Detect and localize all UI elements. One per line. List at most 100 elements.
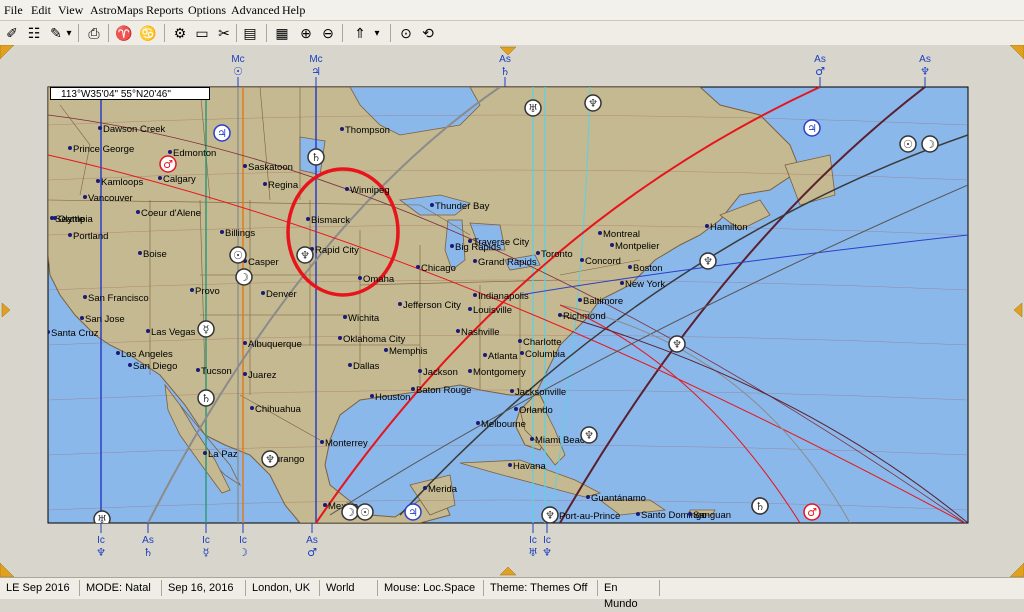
scroll-down-arrow[interactable] bbox=[499, 566, 517, 576]
planet-glyph: ♃ bbox=[217, 127, 227, 140]
pencil-icon[interactable]: ✐ bbox=[2, 23, 22, 43]
bottom-line-glyph: ♆ bbox=[96, 546, 106, 559]
scroll-right-arrow[interactable] bbox=[1013, 302, 1023, 318]
corner-bottom-right-arrow[interactable] bbox=[1009, 562, 1024, 577]
city-label: Oklahoma City bbox=[343, 334, 406, 345]
top-line-label: As bbox=[919, 54, 931, 65]
city-label: Houston bbox=[375, 392, 410, 403]
map-icon[interactable]: ▦ bbox=[272, 23, 292, 43]
city-label: Vancouver bbox=[88, 193, 133, 204]
city-dot bbox=[68, 233, 72, 237]
map-workspace[interactable]: Dawson Creek Prince George Edmonton Calgary… bbox=[0, 45, 1024, 577]
target-icon[interactable]: ⊙ bbox=[396, 23, 416, 43]
corner-bottom-left-arrow[interactable] bbox=[0, 562, 15, 577]
city-label: Jefferson City bbox=[403, 300, 461, 311]
planet-glyph: ♆ bbox=[300, 249, 310, 262]
city-label: Denver bbox=[266, 289, 297, 300]
monitor-icon[interactable]: ▤ bbox=[240, 23, 260, 43]
print-icon[interactable]: ⎙ bbox=[84, 23, 104, 43]
city-dot bbox=[243, 164, 247, 168]
city-label: Nashville bbox=[461, 327, 500, 338]
city-label: Monterrey bbox=[325, 438, 368, 449]
city-label: Columbia bbox=[525, 349, 566, 360]
top-line-label: Mc bbox=[309, 54, 322, 65]
ls-icon[interactable]: ⇑ bbox=[350, 23, 370, 43]
top-line-label: As bbox=[499, 54, 511, 65]
gear-icon[interactable]: ⚙ bbox=[170, 23, 190, 43]
dropdown-icon[interactable]: ▾ bbox=[64, 23, 74, 43]
toolbar-separator bbox=[108, 24, 109, 42]
top-line-glyph: ♄ bbox=[500, 65, 510, 78]
menu-file[interactable]: File bbox=[4, 3, 23, 18]
city-label: Guantánamo bbox=[591, 493, 646, 504]
menu-help[interactable]: Help bbox=[282, 3, 305, 18]
bottom-line-label: Ic bbox=[97, 535, 105, 546]
planet-glyph: ♂ bbox=[807, 506, 817, 519]
corner-top-right-arrow[interactable] bbox=[1009, 45, 1024, 60]
menu-reports[interactable]: Reports bbox=[146, 3, 183, 18]
city-label: Wichita bbox=[348, 313, 380, 324]
city-dot bbox=[384, 348, 388, 352]
window-icon[interactable]: ▭ bbox=[192, 23, 212, 43]
aspects-icon[interactable]: ♋ bbox=[138, 23, 158, 43]
city-dot bbox=[418, 369, 422, 373]
city-dot bbox=[343, 315, 347, 319]
city-dot bbox=[456, 329, 460, 333]
city-dot bbox=[83, 295, 87, 299]
menu-view[interactable]: View bbox=[58, 3, 83, 18]
city-dot bbox=[348, 363, 352, 367]
city-dot bbox=[468, 307, 472, 311]
city-dot bbox=[530, 437, 534, 441]
city-dot bbox=[68, 146, 72, 150]
city-dot bbox=[536, 251, 540, 255]
city-label: Orlando bbox=[519, 405, 553, 416]
bottom-line-glyph: ♅ bbox=[528, 546, 538, 559]
edit-chart-icon[interactable]: ☷ bbox=[24, 23, 44, 43]
menu-advanced[interactable]: Advanced bbox=[231, 3, 280, 18]
top-line-label: As bbox=[814, 54, 826, 65]
city-dot bbox=[473, 293, 477, 297]
zoom-out-icon[interactable]: ⊖ bbox=[318, 23, 338, 43]
planet-glyph: ♆ bbox=[545, 509, 555, 522]
toolbar: ✐ ☷ ✎ ▾ ⎙ ♈ ♋ ⚙ ▭ ✂ ▤ ▦ ⊕ ⊖ ⇑ ▾ ⊙ ⟲ bbox=[0, 21, 1024, 46]
planet-glyph: ♂ bbox=[163, 158, 173, 171]
menu-options[interactable]: Options bbox=[188, 3, 226, 18]
city-dot bbox=[411, 387, 415, 391]
coordinate-readout: 113°W35'04" 55°N20'46" bbox=[50, 87, 210, 100]
menu-astromaps[interactable]: AstroMaps bbox=[90, 3, 143, 18]
refresh-icon[interactable]: ⟲ bbox=[418, 23, 438, 43]
astro-map[interactable]: Dawson Creek Prince George Edmonton Calgary… bbox=[0, 45, 1024, 577]
city-label: Chihuahua bbox=[255, 404, 302, 415]
scroll-left-arrow[interactable] bbox=[1, 302, 11, 318]
city-label: Edmonton bbox=[173, 148, 216, 159]
zodiac-icon[interactable]: ♈ bbox=[114, 23, 134, 43]
city-label: Thompson bbox=[345, 125, 390, 136]
city-dot bbox=[598, 231, 602, 235]
city-label: Saskatoon bbox=[248, 162, 293, 173]
city-dot bbox=[578, 298, 582, 302]
city-label: Coeur d'Alene bbox=[141, 208, 201, 219]
city-dot bbox=[610, 243, 614, 247]
city-label: La Paz bbox=[208, 449, 238, 460]
status-field-0: LE Sep 2016 bbox=[0, 580, 80, 596]
city-dot bbox=[48, 330, 50, 334]
city-label: Dallas bbox=[353, 361, 380, 372]
toolbar-separator bbox=[266, 24, 267, 42]
city-label: Thunder Bay bbox=[435, 201, 490, 212]
city-dot bbox=[483, 353, 487, 357]
zoom-in-icon[interactable]: ⊕ bbox=[296, 23, 316, 43]
tools-icon[interactable]: ✂ bbox=[214, 23, 234, 43]
status-field-1: MODE: Natal bbox=[80, 580, 162, 596]
menu-bar: File Edit View AstroMaps Reports Options Advan… bbox=[0, 0, 1024, 21]
planet-glyph: ☉ bbox=[233, 249, 243, 262]
menu-edit[interactable]: Edit bbox=[31, 3, 51, 18]
city-dot bbox=[520, 351, 524, 355]
city-dot bbox=[96, 179, 100, 183]
city-dot bbox=[620, 281, 624, 285]
notes-icon[interactable]: ✎ bbox=[46, 23, 66, 43]
bottom-line-label: Ic bbox=[239, 535, 247, 546]
city-label: Havana bbox=[513, 461, 546, 472]
bottom-line-label: As bbox=[306, 535, 318, 546]
corner-top-left-arrow[interactable] bbox=[0, 45, 15, 60]
dropdown-icon[interactable]: ▾ bbox=[372, 23, 382, 43]
